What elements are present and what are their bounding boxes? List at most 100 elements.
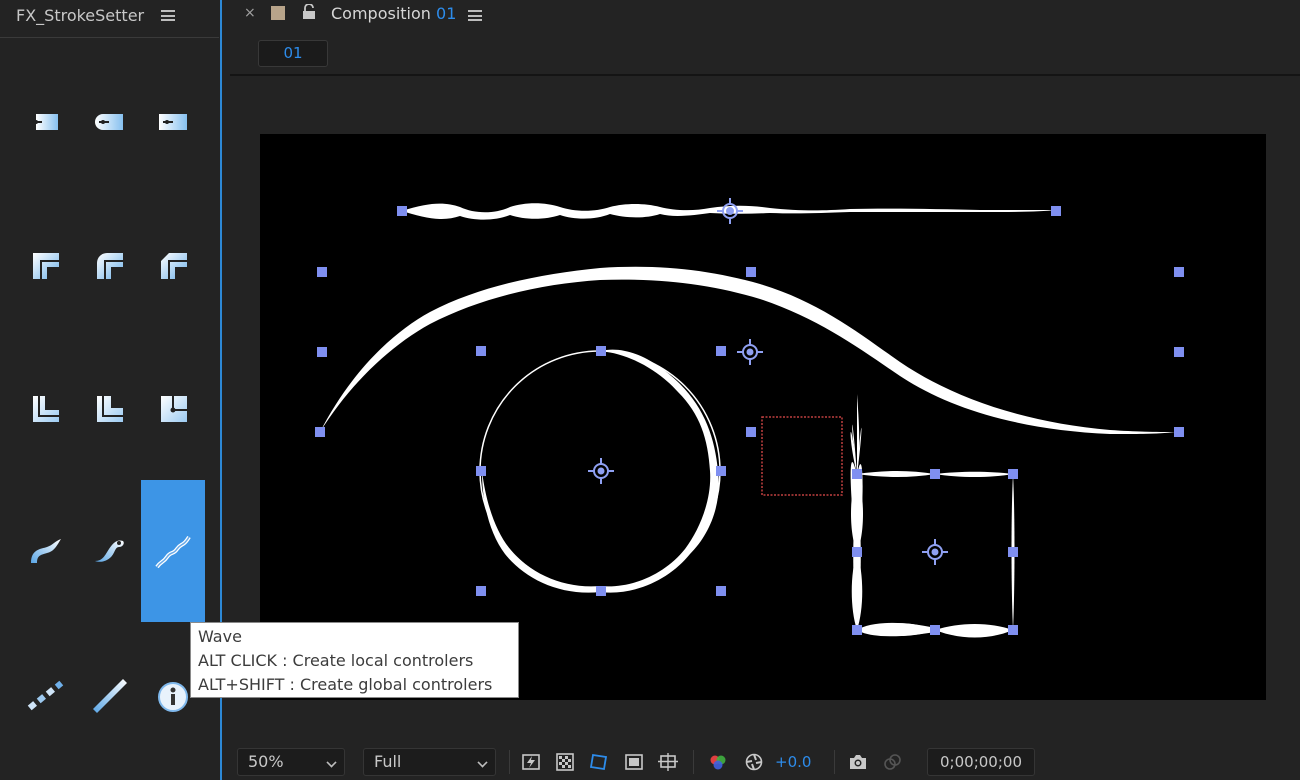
tooltip-line-alt-click: ALT CLICK : Create local controlers [198, 651, 474, 670]
tool-taper-button[interactable] [13, 480, 77, 622]
cap-round-icon [95, 114, 123, 130]
handle [746, 267, 756, 277]
mask-visibility-icon[interactable] [589, 752, 609, 772]
handle [930, 625, 940, 635]
corner-a-icon [33, 396, 59, 422]
handle [852, 547, 862, 557]
tab-menu-icon[interactable] [468, 10, 482, 21]
tool-wave-button[interactable] [141, 480, 205, 622]
resolution-dropdown[interactable]: Full [363, 748, 496, 776]
resolution-value: Full [374, 752, 402, 771]
panel-title: FX_StrokeSetter [16, 6, 145, 25]
toolbar-separator [693, 750, 694, 774]
region-of-interest-icon[interactable] [624, 752, 644, 772]
fast-previews-icon[interactable] [521, 752, 541, 772]
handle [1174, 267, 1184, 277]
tool-cap-square-button[interactable] [141, 51, 205, 193]
wave-icon [155, 535, 191, 569]
label-color-swatch[interactable] [271, 6, 285, 20]
tool-taper-both-button[interactable] [77, 480, 141, 622]
corner-b-icon [97, 396, 123, 422]
dashes-icon [27, 680, 64, 711]
selection-box[interactable] [761, 416, 843, 496]
handle [317, 267, 327, 277]
tooltip-title: Wave [198, 627, 242, 646]
tool-dashes-button[interactable] [13, 624, 77, 766]
color-channels-icon[interactable] [708, 752, 728, 772]
composition-tab-bar: × Composition 01 [230, 0, 1300, 30]
grid-guides-icon[interactable] [658, 752, 678, 772]
handle [852, 469, 862, 479]
zoom-dropdown[interactable]: 50% [237, 748, 345, 776]
anchor-point-icon [737, 339, 763, 365]
panel-menu-icon[interactable] [161, 10, 175, 21]
taper-icon [31, 539, 61, 563]
tool-line-button[interactable] [77, 624, 141, 766]
handle [1051, 206, 1061, 216]
transparency-grid-icon[interactable] [555, 752, 575, 772]
handle [315, 427, 325, 437]
anchor-points[interactable] [588, 198, 948, 565]
stroke-setter-panel: FX_StrokeSetter [0, 0, 221, 780]
handle [716, 466, 726, 476]
handle [1008, 625, 1018, 635]
viewer-artwork [315, 198, 1184, 638]
join-round-icon [97, 253, 123, 279]
handle [596, 586, 606, 596]
square-stroke [850, 394, 1015, 638]
viewer-toolbar: 50% Full +0.0 0;00;00;00 [230, 744, 1300, 780]
info-icon [158, 682, 188, 712]
anchor-point-icon [717, 198, 743, 224]
handle [852, 625, 862, 635]
viewer-divider [230, 74, 1300, 76]
current-time-display[interactable]: 0;00;00;00 [927, 748, 1035, 776]
tab-close-icon[interactable]: × [244, 5, 256, 21]
composition-tab-title[interactable]: Composition 01 [331, 4, 456, 23]
handle [1008, 547, 1018, 557]
corner-c-icon [161, 396, 187, 422]
handle [930, 469, 940, 479]
lock-icon[interactable] [302, 4, 316, 20]
composition-subtab[interactable]: 01 [258, 40, 328, 67]
handle [1008, 469, 1018, 479]
toolbar-separator [834, 750, 835, 774]
tab-title-number: 01 [436, 4, 457, 23]
reset-exposure-icon[interactable] [744, 752, 764, 772]
toolbar-separator [509, 750, 510, 774]
line-icon [93, 679, 127, 713]
anchor-point-icon [588, 458, 614, 484]
show-snapshot-icon[interactable] [882, 752, 902, 772]
handle [397, 206, 407, 216]
tool-join-round-button[interactable] [77, 194, 141, 336]
tool-join-miter-button[interactable] [13, 194, 77, 336]
tool-join-bevel-button[interactable] [141, 194, 205, 336]
snapshot-camera-icon[interactable] [848, 752, 868, 772]
cap-square-icon [159, 114, 187, 130]
tab-title-prefix: Composition [331, 4, 437, 23]
handle [476, 586, 486, 596]
handle [596, 346, 606, 356]
chevron-down-icon [326, 757, 337, 768]
anchor-point-icon [922, 539, 948, 565]
zoom-value: 50% [248, 752, 284, 771]
handle [317, 347, 327, 357]
handle [716, 346, 726, 356]
header-divider [0, 37, 219, 38]
handle [476, 346, 486, 356]
handle [1174, 347, 1184, 357]
tool-corner-a-button[interactable] [13, 337, 77, 479]
handle [1174, 427, 1184, 437]
tool-cap-round-button[interactable] [77, 51, 141, 193]
tool-cap-butt-button[interactable] [13, 51, 77, 193]
control-handles[interactable] [315, 206, 1184, 635]
handle [716, 586, 726, 596]
composition-viewer[interactable] [260, 134, 1266, 700]
tooltip-line-alt-shift: ALT+SHIFT : Create global controlers [198, 675, 493, 694]
exposure-value[interactable]: +0.0 [775, 753, 811, 771]
join-miter-icon [33, 253, 59, 279]
wave-tooltip: Wave ALT CLICK : Create local controlers… [190, 622, 519, 698]
tool-corner-c-button[interactable] [141, 337, 205, 479]
tool-corner-b-button[interactable] [77, 337, 141, 479]
chevron-down-icon [477, 757, 488, 768]
cap-butt-icon [32, 114, 58, 130]
